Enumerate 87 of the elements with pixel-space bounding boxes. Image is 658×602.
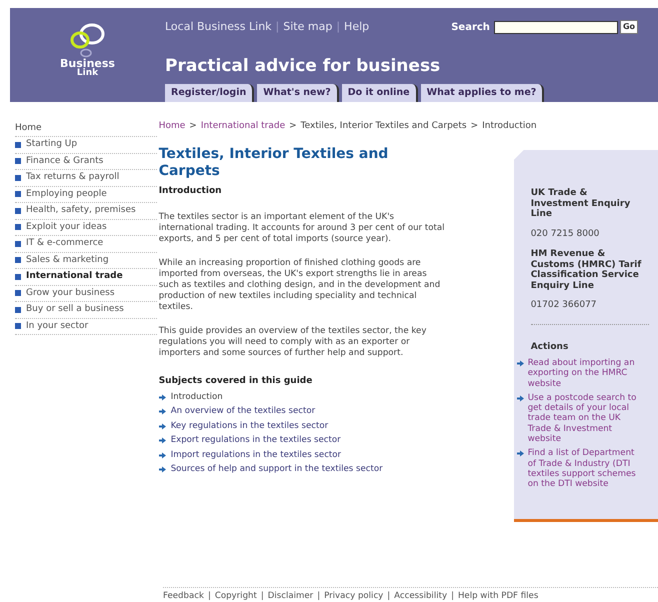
sidebar-item[interactable]: Starting Up bbox=[15, 137, 157, 154]
action-link[interactable]: Find a list of Department of Trade & Industry (DTI textiles support schemes on the DTI website bbox=[528, 448, 636, 490]
subject-link[interactable]: Key regulations in the textiles sector bbox=[158, 419, 509, 434]
go-button[interactable]: Go bbox=[620, 20, 638, 34]
breadcrumb-separator: > bbox=[289, 120, 297, 133]
sidebar-item[interactable]: Employing people bbox=[15, 186, 157, 203]
separator: | bbox=[208, 590, 211, 602]
separator: | bbox=[317, 590, 320, 602]
top-link[interactable]: Help bbox=[344, 18, 370, 36]
sidebar-item[interactable]: Buy or sell a business bbox=[15, 302, 157, 318]
nav-tab[interactable]: Do it online bbox=[342, 84, 418, 102]
subject-link[interactable]: Import regulations in the textiles sector bbox=[158, 448, 509, 462]
separator: | bbox=[336, 18, 340, 35]
top-link[interactable]: Local Business Link bbox=[165, 18, 272, 36]
sidebar-item[interactable]: Finance & Grants bbox=[15, 154, 157, 170]
arrow-bullet-icon bbox=[158, 452, 166, 459]
breadcrumb-text: Introduction bbox=[482, 120, 537, 133]
nav-tab[interactable]: What applies to me? bbox=[420, 84, 544, 102]
search-label: Search bbox=[451, 20, 490, 34]
arrow-bullet-icon bbox=[158, 394, 166, 401]
arrow-bullet-icon bbox=[516, 450, 524, 458]
contact-name: UK Trade & Investment Enquiry Line bbox=[530, 188, 632, 220]
footer-link[interactable]: Privacy policy bbox=[324, 590, 384, 602]
arrow-bullet-icon bbox=[158, 466, 166, 474]
paragraph: The textiles sector is an important element of the UK's international trading. It accounts for around 3 per cent of our total exports, and 5 per cent of total imports (source year). bbox=[158, 212, 446, 244]
subject-link[interactable]: Export regulations in the textiles sector bbox=[158, 434, 509, 448]
square-bullet-icon bbox=[15, 323, 21, 330]
footer-link[interactable]: Feedback bbox=[163, 590, 204, 602]
square-bullet-icon bbox=[15, 224, 21, 230]
page-title: Textiles, Interior Textiles and Carpets bbox=[158, 146, 390, 180]
nav-tab[interactable]: Register/login bbox=[165, 84, 254, 102]
subjects-heading: Subjects covered in this guide bbox=[158, 374, 314, 388]
contact-phone: 01702 366077 bbox=[530, 299, 598, 312]
sidebar-item[interactable]: Exploit your ideas bbox=[15, 220, 157, 236]
sidebar-item[interactable]: Grow your business bbox=[15, 286, 157, 302]
arrow-bullet-icon bbox=[158, 408, 166, 416]
separator: | bbox=[387, 590, 390, 602]
contact-name: HM Revenue & Customs (HMRC) Tarif Classification Service Enquiry Line bbox=[530, 249, 642, 291]
contact-phone: 020 7215 8000 bbox=[530, 228, 600, 240]
square-bullet-icon bbox=[15, 142, 21, 148]
square-bullet-icon bbox=[15, 274, 21, 280]
subject-link[interactable]: Introduction bbox=[158, 390, 509, 404]
arrow-bullet-icon bbox=[158, 422, 166, 430]
section-subtitle: Introduction bbox=[158, 185, 223, 198]
breadcrumb-text: Textiles, Interior Textiles and Carpets bbox=[300, 120, 467, 133]
top-link[interactable]: Site map bbox=[283, 18, 332, 36]
footer-link[interactable]: Help with PDF files bbox=[458, 590, 538, 602]
tagline: Practical advice for business bbox=[165, 55, 442, 78]
logo-subtext: Link bbox=[76, 69, 98, 78]
separator: | bbox=[260, 590, 264, 602]
subject-link[interactable]: Sources of help and support in the textiles sector bbox=[158, 462, 509, 477]
subject-link[interactable]: An overview of the textiles sector bbox=[158, 404, 509, 419]
sidebar-item[interactable]: Tax returns & payroll bbox=[15, 170, 157, 186]
search-field[interactable] bbox=[494, 20, 618, 34]
arrow-bullet-icon bbox=[516, 360, 524, 367]
actions-heading: Actions bbox=[530, 340, 570, 354]
separator: | bbox=[451, 590, 454, 602]
separator: | bbox=[276, 18, 280, 35]
sidebar-item[interactable]: Health, safety, premises bbox=[15, 203, 157, 220]
footer-link[interactable]: Copyright bbox=[214, 590, 257, 602]
square-bullet-icon bbox=[15, 174, 21, 181]
paragraph: While an increasing proportion of finished clothing goods are imported from overseas, the UK's export strengths lie in areas such as textiles and clothing design, and in the development and production of new textiles including speciality and technical textiles. bbox=[158, 258, 442, 312]
square-bullet-icon bbox=[15, 191, 21, 198]
breadcrumb-separator: > bbox=[189, 120, 197, 133]
footer-link[interactable]: Disclaimer bbox=[268, 590, 314, 602]
sidebar-item[interactable]: In your sector bbox=[15, 318, 157, 335]
sidebar-item[interactable]: Sales & marketing bbox=[15, 252, 157, 269]
square-bullet-icon bbox=[15, 306, 21, 313]
arrow-bullet-icon bbox=[516, 394, 524, 402]
square-bullet-icon bbox=[15, 240, 21, 247]
breadcrumb-link[interactable]: International trade bbox=[200, 120, 286, 134]
nav-tab[interactable]: What's new? bbox=[257, 84, 339, 102]
breadcrumb-separator: > bbox=[470, 120, 478, 133]
sidebar-item[interactable]: International trade bbox=[15, 269, 157, 286]
square-bullet-icon bbox=[15, 208, 21, 214]
paragraph: This guide provides an overview of the textiles sector, the key regulations you will need to comply with as an exporter or importers and some sources of further help and support. bbox=[158, 326, 428, 358]
sidebar-item[interactable]: IT & e-commerce bbox=[15, 236, 157, 252]
sidebar-home[interactable]: Home bbox=[15, 120, 157, 137]
footer-link[interactable]: Accessibility bbox=[394, 590, 448, 602]
arrow-bullet-icon bbox=[158, 437, 166, 444]
square-bullet-icon bbox=[15, 158, 21, 164]
logo-text: Business bbox=[60, 58, 115, 69]
action-link[interactable]: Read about importing an exporting on the HMRC website bbox=[528, 358, 635, 389]
breadcrumb-link[interactable]: Home bbox=[158, 120, 186, 134]
action-link[interactable]: Use a postcode search to get details of your local trade team on the UK Trade & Investment website bbox=[528, 392, 636, 444]
square-bullet-icon bbox=[15, 290, 21, 296]
square-bullet-icon bbox=[15, 257, 21, 264]
